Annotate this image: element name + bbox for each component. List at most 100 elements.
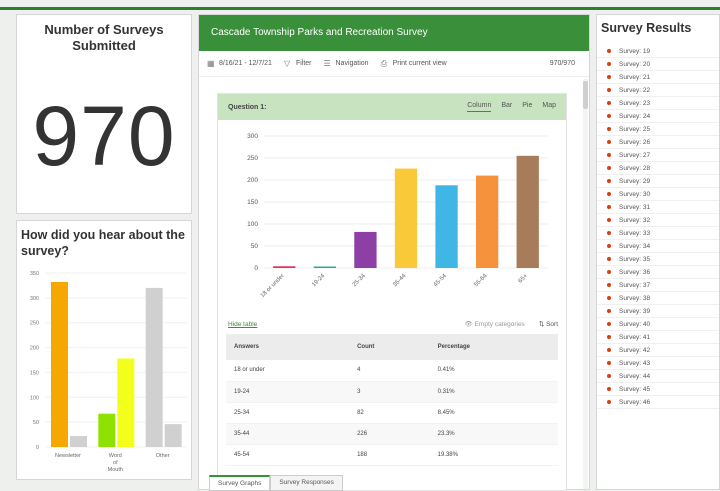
hear-about-panel: How did you hear about the survey? 0 50 10… — [16, 220, 192, 480]
survey-result-item[interactable]: Survey: 21 — [597, 71, 719, 84]
survey-result-item[interactable]: Survey: 35 — [597, 253, 719, 266]
cell-count: 188 — [349, 444, 430, 466]
survey-result-label: Survey: 27 — [619, 151, 651, 159]
hide-table-link[interactable]: Hide table — [228, 321, 257, 328]
empty-categories-label: Empty categories — [474, 321, 525, 328]
survey-result-item[interactable]: Survey: 22 — [597, 84, 719, 97]
top-accent-line — [0, 0, 720, 10]
sort-icon: ⇅ — [538, 321, 547, 328]
cell-percentage: 0.41% — [429, 360, 558, 382]
tab-map[interactable]: Map — [542, 102, 556, 112]
center-scroll-thumb[interactable] — [583, 81, 588, 109]
tab-column[interactable]: Column — [467, 102, 492, 112]
survey-result-item[interactable]: Survey: 42 — [597, 344, 719, 357]
survey-result-label: Survey: 42 — [619, 346, 651, 354]
survey-result-item[interactable]: Survey: 43 — [597, 357, 719, 370]
y-tick-label: 200 — [247, 177, 258, 184]
location-dot-icon — [607, 257, 611, 261]
survey-result-item[interactable]: Survey: 31 — [597, 201, 719, 214]
y-tick-label: 150 — [30, 370, 39, 376]
survey-result-label: Survey: 25 — [619, 125, 651, 133]
survey-result-item[interactable]: Survey: 33 — [597, 227, 719, 240]
location-dot-icon — [607, 88, 611, 92]
survey-result-item[interactable]: Survey: 38 — [597, 292, 719, 305]
location-dot-icon — [607, 205, 611, 209]
survey-result-label: Survey: 26 — [619, 138, 651, 146]
survey-result-item[interactable]: Survey: 29 — [597, 175, 719, 188]
col-count[interactable]: Count — [349, 334, 430, 360]
cell-answer: 35-44 — [226, 423, 350, 445]
survey-result-label: Survey: 34 — [619, 242, 651, 250]
survey-result-item[interactable]: Survey: 36 — [597, 266, 719, 279]
survey-result-label: Survey: 19 — [619, 47, 651, 55]
hear-about-chart: 0 50 100 150 200 250 300 350 Newsletter Word of Mou… — [30, 271, 187, 473]
bar-55-64 — [475, 175, 499, 268]
bar-other — [145, 287, 163, 447]
survey-result-label: Survey: 23 — [619, 99, 651, 107]
survey-result-item[interactable]: Survey: 19 — [597, 45, 719, 58]
table-row: 35-44 226 23.3% — [226, 423, 558, 445]
survey-result-item[interactable]: Survey: 28 — [597, 162, 719, 175]
survey-result-item[interactable]: Survey: 34 — [597, 240, 719, 253]
survey-result-item[interactable]: Survey: 44 — [597, 370, 719, 383]
print-button[interactable]: ⎙ Print current view — [380, 58, 447, 68]
survey-result-item[interactable]: Survey: 26 — [597, 136, 719, 149]
survey-count-value: 970 — [32, 89, 176, 183]
bar-19-24 — [313, 266, 337, 268]
survey-result-item[interactable]: Survey: 41 — [597, 331, 719, 344]
survey-result-item[interactable]: Survey: 39 — [597, 305, 719, 318]
chart-type-tabs: Column Bar Pie Map — [457, 102, 556, 112]
survey-results-panel: Survey Results Survey: 19 Survey: 20 Surve… — [596, 14, 720, 490]
y-tick-label: 300 — [247, 133, 258, 140]
filter-label: Filter — [295, 60, 312, 67]
y-tick-label: 250 — [247, 155, 258, 162]
tab-bar[interactable]: Bar — [501, 102, 512, 112]
location-dot-icon — [607, 75, 611, 79]
survey-result-item[interactable]: Survey: 46 — [597, 396, 719, 409]
survey-result-label: Survey: 46 — [619, 398, 651, 406]
survey-result-item[interactable]: Survey: 27 — [597, 149, 719, 162]
survey-result-item[interactable]: Survey: 37 — [597, 279, 719, 292]
cell-answer: 25-34 — [226, 402, 350, 424]
survey-result-label: Survey: 21 — [619, 73, 651, 81]
tab-pie[interactable]: Pie — [522, 102, 532, 112]
x-tick-label: 45-54 — [433, 273, 449, 289]
bar-65+ — [516, 155, 539, 268]
y-tick-label: 50 — [251, 243, 259, 250]
center-scrollbar[interactable] — [583, 79, 588, 489]
survey-result-item[interactable]: Survey: 20 — [597, 58, 719, 71]
navigation-label: Navigation — [335, 60, 369, 67]
sort-button[interactable]: ⇅ Sort — [539, 320, 558, 328]
empty-categories-toggle[interactable]: 👁 Empty categories — [465, 320, 525, 328]
location-dot-icon — [607, 400, 611, 404]
x-tick-label: Other — [156, 453, 170, 459]
survey-result-item[interactable]: Survey: 24 — [597, 110, 719, 123]
survey-result-item[interactable]: Survey: 25 — [597, 123, 719, 136]
survey-result-item[interactable]: Survey: 32 — [597, 214, 719, 227]
survey-result-item[interactable]: Survey: 23 — [597, 97, 719, 110]
bar-18-or-under — [273, 266, 296, 268]
location-dot-icon — [607, 348, 611, 352]
bar-45-54 — [435, 185, 458, 268]
y-tick-label: 100 — [247, 221, 258, 228]
survey-result-label: Survey: 44 — [619, 372, 651, 380]
col-answers[interactable]: Answers — [226, 334, 350, 360]
bar-word-of-mouth — [117, 358, 135, 447]
filter-button[interactable]: ▽ Filter — [284, 59, 312, 68]
survey-result-item[interactable]: Survey: 45 — [597, 383, 719, 396]
date-range-label: 8/16/21 - 12/7/21 — [219, 60, 272, 67]
print-icon: ⎙ — [380, 58, 387, 68]
navigation-button[interactable]: ☰ Navigation — [324, 59, 369, 68]
col-percentage[interactable]: Percentage — [429, 334, 558, 360]
location-dot-icon — [607, 49, 611, 53]
location-dot-icon — [607, 62, 611, 66]
cell-answer: 45-54 — [226, 444, 350, 466]
y-tick-label: 100 — [30, 395, 39, 401]
cell-count: 226 — [349, 423, 430, 445]
x-tick-label: 19-24 — [311, 273, 327, 289]
date-range-button[interactable]: ▦ 8/16/21 - 12/7/21 — [207, 59, 272, 68]
location-dot-icon — [607, 244, 611, 248]
survey-result-label: Survey: 37 — [619, 281, 651, 289]
survey-result-item[interactable]: Survey: 40 — [597, 318, 719, 331]
survey-result-item[interactable]: Survey: 30 — [597, 188, 719, 201]
